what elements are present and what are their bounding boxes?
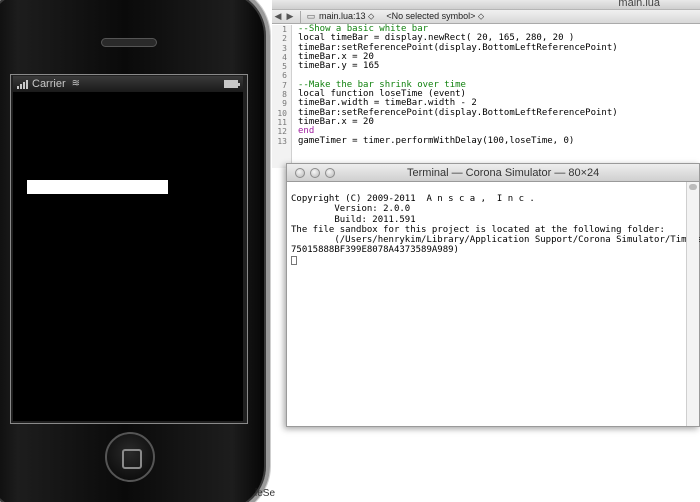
terminal-line: Build: 2011.591 [291,214,416,225]
minimize-window-button[interactable] [310,168,320,178]
terminal-line: Copyright (C) 2009-2011 A n s c a , I n … [291,194,535,204]
simulator-side-label: ieSe [255,488,276,499]
code-line: gameTimer = timer.performWithDelay(100,l… [298,135,575,146]
signal-icon [17,79,29,89]
document-icon: ▭ [306,11,316,21]
toolbar-divider [300,10,301,23]
editor-navigation-bar: ◀ ▶ ▭ main.lua:13 ⬦ <No selected symbol>… [272,10,700,24]
simulator-screen[interactable]: Carrier ≋ [13,76,243,421]
status-bar: Carrier ≋ [13,76,243,92]
terminal-line: Version: 2.0.0 [291,204,411,215]
terminal-line: (/Users/henrykim/Library/Application Sup… [291,235,700,246]
back-arrow-icon[interactable]: ◀ [272,11,284,22]
line-number: 12 [277,127,287,137]
text-cursor [291,255,297,265]
code-line: timeBar.y = 165 [298,61,380,72]
wifi-icon: ≋ [71,78,81,89]
line-number: 3 [282,43,287,53]
terminal-scrollbar[interactable] [686,182,699,426]
file-popup-menu[interactable]: main.lua:13 ⬦ [319,11,374,22]
line-number: 10 [277,108,287,118]
terminal-line: 75015888BF399E8078A4373589A989) [291,245,459,256]
line-number: 8 [282,90,287,100]
line-number: 9 [282,99,287,109]
terminal-line: The file sandbox for this project is loc… [291,224,665,235]
carrier-label: Carrier [32,78,66,90]
line-number: 7 [282,80,287,90]
line-number: 6 [282,71,287,81]
line-number: 1 [282,25,287,34]
line-number: 2 [282,34,287,44]
line-number: 4 [282,52,287,62]
close-window-button[interactable] [295,168,305,178]
scrollbar-thumb[interactable] [689,184,697,190]
terminal-output[interactable]: Copyright (C) 2009-2011 A n s c a , I n … [291,194,700,266]
battery-icon [224,80,240,88]
editor-window-title: main.lua [618,0,660,9]
home-button[interactable] [105,432,155,482]
code-editor-window: main.lua ◀ ▶ ▭ main.lua:13 ⬦ <No selecte… [272,0,700,168]
terminal-titlebar[interactable]: Terminal — Corona Simulator — 80×24 [287,164,699,182]
line-number-gutter: 1 2 3 4 5 6 7 8 9 10 11 12 13 [272,25,292,168]
editor-titlebar: main.lua [272,0,700,10]
code-area[interactable]: 1 2 3 4 5 6 7 8 9 10 11 12 13 --Show a b… [272,24,700,168]
terminal-window-title: Terminal — Corona Simulator — 80×24 [407,167,600,179]
forward-arrow-icon[interactable]: ▶ [284,11,296,22]
code-lines[interactable]: --Show a basic white bar local timeBar =… [298,24,618,146]
symbol-popup-menu[interactable]: <No selected symbol> ⬦ [386,11,484,22]
white-time-bar [27,180,168,194]
code-line: timeBar.x = 20 [298,116,374,127]
terminal-prompt-line[interactable] [291,255,685,266]
terminal-window: Terminal — Corona Simulator — 80×24 Copy… [286,163,700,427]
line-number: 5 [282,62,287,72]
speaker-grille [101,38,157,47]
line-number: 11 [277,117,287,127]
zoom-window-button[interactable] [325,168,335,178]
desktop-background [286,427,700,502]
line-number: 13 [277,136,287,146]
